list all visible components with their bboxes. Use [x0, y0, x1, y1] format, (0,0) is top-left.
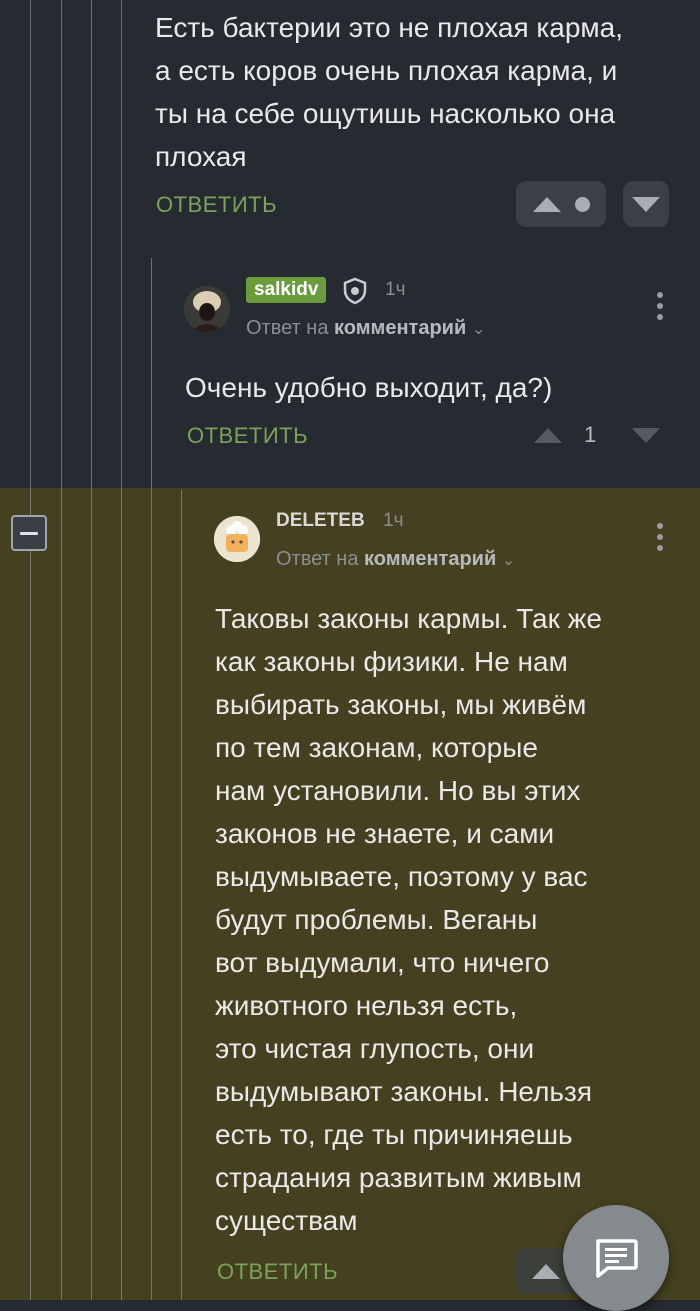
thread-line: [121, 0, 122, 1300]
vote-controls: 1: [534, 422, 661, 448]
thread-line: [181, 490, 182, 1300]
thread-line: [91, 0, 92, 1300]
chevron-down-icon: ⌄: [501, 552, 516, 569]
avatar[interactable]: [214, 516, 260, 562]
downvote-button[interactable]: [623, 181, 669, 227]
reply-to-link[interactable]: Ответ на комментарий ⌄: [276, 548, 515, 571]
reply-to-target: комментарий: [364, 548, 497, 570]
comments-fab-button[interactable]: [563, 1205, 669, 1311]
reply-to-prefix: Ответ на: [246, 317, 329, 339]
username[interactable]: DELETEB: [276, 510, 365, 532]
upvote-icon: [532, 196, 561, 212]
thread-line: [61, 0, 62, 1300]
comment-text: Очень удобно выходит, да?): [185, 372, 553, 403]
comment-text: Есть бактерии это не плохая карма, а ест…: [155, 12, 624, 172]
reply-to-link[interactable]: Ответ на комментарий ⌄: [246, 317, 485, 340]
reply-button[interactable]: ОТВЕТИТЬ: [217, 1259, 338, 1285]
comment-text: Таковы законы кармы. Так же как законы ф…: [215, 603, 602, 1236]
downvote-icon[interactable]: [632, 427, 661, 443]
reply-button[interactable]: ОТВЕТИТЬ: [156, 192, 277, 218]
upvote-icon[interactable]: [534, 427, 562, 443]
shield-icon: [343, 277, 367, 305]
more-options-icon[interactable]: [657, 292, 663, 325]
chevron-down-icon: ⌄: [471, 321, 486, 338]
thread-line: [151, 258, 152, 1300]
reply-to-prefix: Ответ на: [276, 548, 359, 570]
rating-hidden-dot-icon: [574, 196, 590, 212]
comment-time: 1ч: [383, 510, 404, 531]
reply-to-target: комментарий: [334, 317, 467, 339]
minus-icon: [20, 531, 38, 535]
avatar[interactable]: [184, 286, 230, 332]
upvote-button[interactable]: [516, 181, 606, 227]
downvote-icon: [632, 196, 660, 212]
collapse-thread-button[interactable]: [11, 515, 47, 551]
comment-time: 1ч: [385, 279, 406, 300]
vote-score: 1: [584, 422, 597, 447]
reply-button[interactable]: ОТВЕТИТЬ: [187, 423, 308, 449]
upvote-icon: [532, 1263, 560, 1279]
username[interactable]: salkidv: [246, 277, 327, 303]
more-options-icon[interactable]: [657, 523, 663, 556]
chat-icon: [596, 1239, 638, 1278]
thread-line: [30, 0, 31, 1300]
